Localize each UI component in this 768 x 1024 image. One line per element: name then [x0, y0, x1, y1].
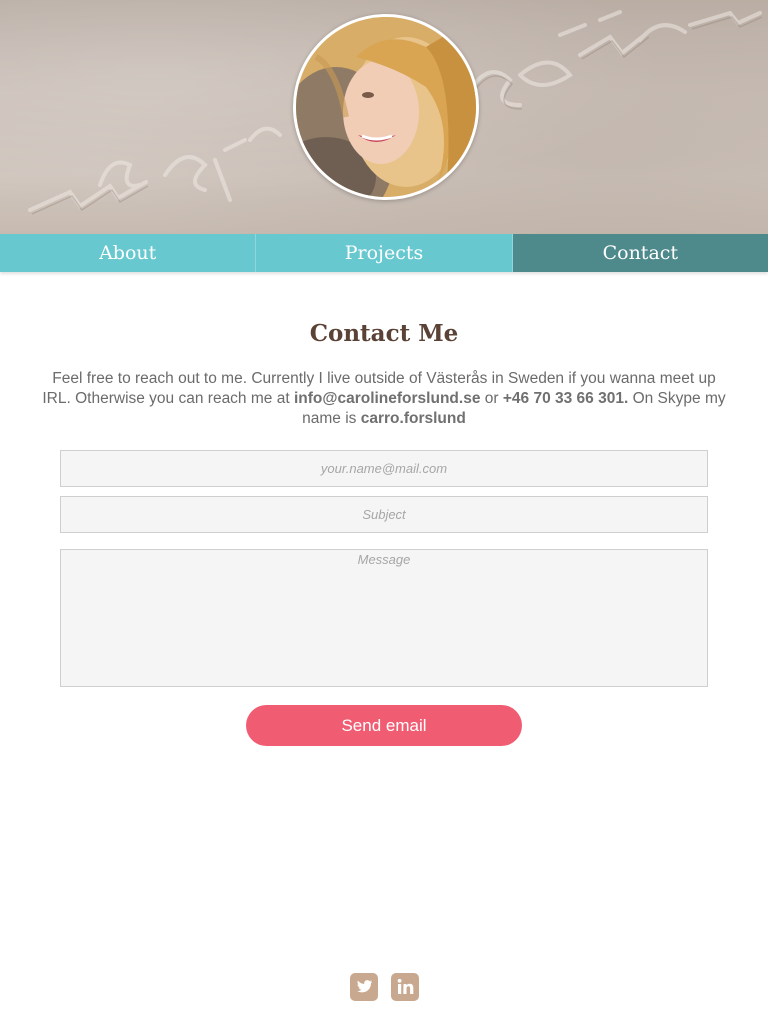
twitter-link[interactable]: [350, 973, 378, 1001]
page-title: Contact Me: [309, 320, 459, 347]
twitter-icon: [357, 980, 373, 993]
contact-skype: carro.forslund: [360, 410, 466, 427]
send-email-button[interactable]: Send email: [246, 705, 522, 746]
subject-field[interactable]: [60, 496, 708, 533]
nav-tab-contact[interactable]: Contact: [511, 234, 768, 272]
profile-photo: [296, 17, 476, 197]
profile-avatar: [293, 14, 479, 200]
intro-text-2: or: [480, 390, 503, 407]
nav-tab-projects[interactable]: Projects: [255, 234, 512, 272]
contact-phone: +46 70 33 66 301.: [502, 390, 629, 407]
contact-intro: Feel free to reach out to me. Currently …: [40, 369, 728, 429]
email-field[interactable]: [60, 450, 708, 487]
contact-email: info@carolineforslund.se: [293, 390, 481, 407]
linkedin-link[interactable]: [391, 973, 419, 1001]
nav-tab-about[interactable]: About: [0, 234, 256, 272]
message-field[interactable]: [60, 549, 708, 687]
header-banner: [0, 0, 768, 234]
linkedin-icon: [397, 978, 414, 994]
main-nav: About Projects Contact: [0, 234, 768, 272]
